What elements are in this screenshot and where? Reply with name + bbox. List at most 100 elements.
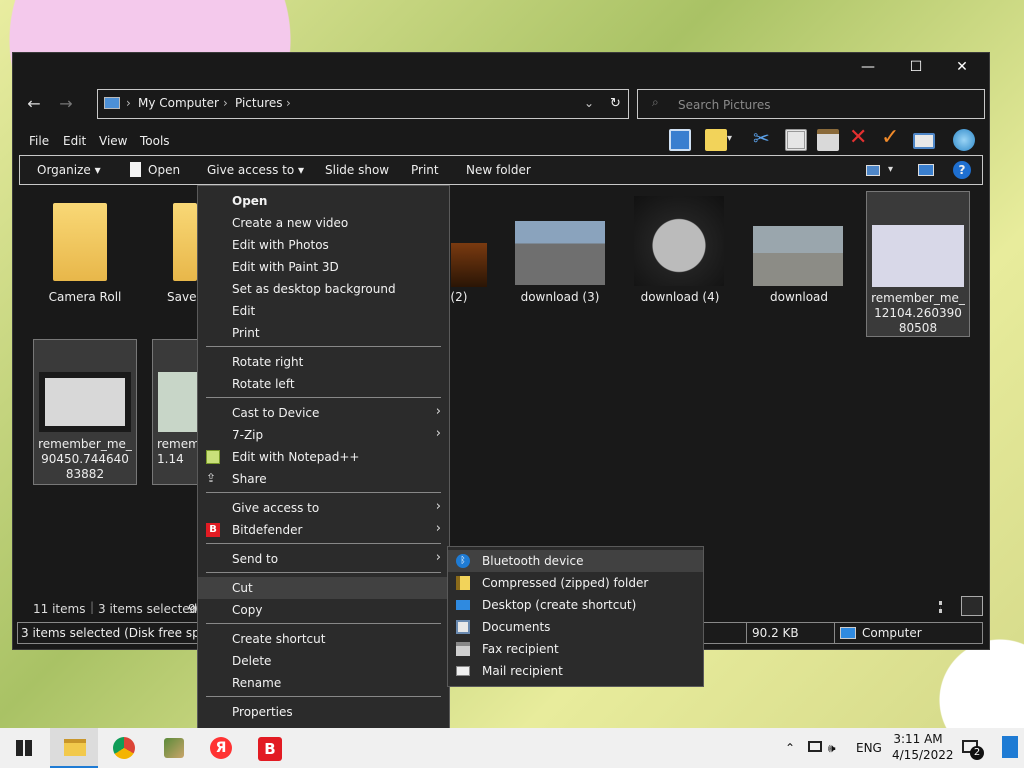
document-icon: [130, 162, 141, 177]
delete-x-icon[interactable]: ✕: [849, 125, 871, 150]
menu-item-open[interactable]: Open: [198, 190, 449, 212]
menu-item-bitdefender[interactable]: B Bitdefender ›: [198, 519, 449, 541]
send-to-mail[interactable]: Mail recipient: [448, 660, 703, 682]
details-view-icon[interactable]: [939, 601, 953, 613]
image-thumbnail[interactable]: [634, 196, 724, 286]
language-indicator[interactable]: ENG: [856, 728, 882, 768]
new-folder-button[interactable]: New folder: [466, 163, 531, 177]
give-access-button[interactable]: Give access to ▾: [207, 163, 304, 177]
menu-item-cast-to-device[interactable]: Cast to Device ›: [198, 402, 449, 424]
chevron-down-icon[interactable]: ▾: [888, 164, 893, 175]
chevron-down-icon[interactable]: ▾: [727, 133, 737, 155]
checkmark-icon[interactable]: ✓: [881, 125, 903, 150]
send-to-documents[interactable]: Documents: [448, 616, 703, 638]
menu-item-properties[interactable]: Properties: [198, 701, 449, 723]
preview-pane-icon[interactable]: [669, 129, 691, 151]
chevron-up-icon[interactable]: ⌃: [780, 728, 800, 768]
menu-item-7zip[interactable]: 7-Zip ›: [198, 424, 449, 446]
menu-item-send-to[interactable]: Send to ›: [198, 548, 449, 570]
file-remember-me-9[interactable]: remember_me_90450.74464083882: [33, 339, 137, 485]
print-button[interactable]: Print: [411, 163, 439, 177]
breadcrumb-my-computer[interactable]: My Computer: [138, 96, 219, 110]
image-thumbnail[interactable]: [451, 243, 487, 287]
send-to-bluetooth[interactable]: ᛒ Bluetooth device: [448, 550, 703, 572]
clock[interactable]: 3:11 AM 4/15/2022: [892, 728, 954, 768]
taskbar-bitdefender[interactable]: B: [246, 728, 294, 768]
notepadpp-icon: [206, 450, 220, 464]
forward-arrow-icon[interactable]: →: [55, 93, 77, 115]
rename-icon[interactable]: [913, 133, 935, 149]
menu-item-give-access[interactable]: Give access to ›: [198, 497, 449, 519]
menu-item-delete[interactable]: Delete: [198, 650, 449, 672]
image-thumbnail[interactable]: [753, 226, 843, 286]
copy-icon[interactable]: [785, 129, 807, 151]
menu-item-edit[interactable]: Edit: [198, 300, 449, 322]
selected-count: 3 items selected: [98, 602, 198, 616]
cut-icon[interactable]: ✂: [753, 126, 775, 150]
address-bar[interactable]: › My Computer › Pictures › ⌄ ↻: [97, 89, 629, 119]
maximize-button[interactable]: ☐: [893, 53, 939, 83]
menu-item-set-background[interactable]: Set as desktop background: [198, 278, 449, 300]
open-button[interactable]: Open: [148, 163, 180, 177]
back-arrow-icon[interactable]: ←: [23, 93, 45, 115]
start-button[interactable]: [0, 728, 48, 768]
preview-pane-icon[interactable]: [918, 164, 934, 176]
folder-icon[interactable]: [53, 203, 107, 281]
minimize-button[interactable]: —: [845, 53, 891, 83]
menu-item-edit-paint3d[interactable]: Edit with Paint 3D: [198, 256, 449, 278]
help-icon[interactable]: ?: [953, 161, 971, 179]
menu-item-rotate-right[interactable]: Rotate right: [198, 351, 449, 373]
menu-item-create-video[interactable]: Create a new video: [198, 212, 449, 234]
menu-item-rename[interactable]: Rename: [198, 672, 449, 694]
menu-item-print[interactable]: Print: [198, 322, 449, 344]
menu-view[interactable]: View: [99, 134, 127, 148]
menu-item-cut[interactable]: Cut: [198, 577, 449, 599]
notification-center-button[interactable]: 2: [958, 728, 986, 768]
menu-item-rotate-left[interactable]: Rotate left: [198, 373, 449, 395]
menu-item-copy[interactable]: Copy: [198, 599, 449, 621]
refresh-icon[interactable]: ↻: [610, 96, 621, 111]
show-desktop-button[interactable]: [1002, 736, 1018, 758]
folder-icon[interactable]: [173, 203, 197, 281]
chevron-down-icon[interactable]: ⌄: [584, 96, 594, 110]
file-remember-me-1[interactable]: remember_me_12104.26039080508: [866, 191, 970, 337]
view-options-icon[interactable]: [866, 165, 880, 176]
send-to-desktop[interactable]: Desktop (create shortcut): [448, 594, 703, 616]
organize-button[interactable]: Organize ▾: [37, 163, 101, 177]
file-download[interactable]: download: [747, 290, 851, 304]
globe-icon[interactable]: [953, 129, 975, 151]
breadcrumb-pictures[interactable]: Pictures: [235, 96, 283, 110]
image-thumbnail[interactable]: [515, 221, 605, 285]
taskbar-yandex[interactable]: Я: [198, 728, 246, 768]
selection-size: 90.2 KB: [752, 626, 799, 640]
file-download-4[interactable]: download (4): [628, 290, 732, 304]
menu-tools[interactable]: Tools: [140, 134, 170, 148]
folder-saved[interactable]: Saved: [153, 290, 204, 304]
file-remember-me-partial[interactable]: remem 9921.14: [152, 339, 198, 485]
taskbar-file-explorer[interactable]: [50, 728, 98, 768]
menu-edit[interactable]: Edit: [63, 134, 86, 148]
folder-camera-roll[interactable]: Camera Roll: [33, 290, 137, 304]
menu-separator: [206, 346, 441, 347]
menu-item-create-shortcut[interactable]: Create shortcut: [198, 628, 449, 650]
menu-item-notepadpp[interactable]: Edit with Notepad++: [198, 446, 449, 468]
large-icons-view-icon[interactable]: [961, 596, 983, 616]
network-icon[interactable]: [806, 728, 824, 768]
send-to-zip[interactable]: Compressed (zipped) folder: [448, 572, 703, 594]
file-download-3[interactable]: download (3): [508, 290, 612, 304]
search-input[interactable]: ⌕ Search Pictures: [637, 89, 985, 119]
taskbar-pen-app[interactable]: [150, 728, 198, 768]
paste-icon[interactable]: [817, 129, 839, 151]
menu-file[interactable]: File: [29, 134, 49, 148]
close-button[interactable]: ✕: [939, 53, 985, 83]
volume-icon[interactable]: 🕪: [828, 728, 848, 768]
menu-item-edit-photos[interactable]: Edit with Photos: [198, 234, 449, 256]
title-bar[interactable]: — ☐ ✕: [13, 53, 989, 83]
context-menu: Open Create a new video Edit with Photos…: [197, 185, 450, 729]
properties-icon[interactable]: [705, 129, 727, 151]
send-to-fax[interactable]: Fax recipient: [448, 638, 703, 660]
slide-show-button[interactable]: Slide show: [325, 163, 389, 177]
desktop-icon: [456, 600, 470, 610]
taskbar-chrome[interactable]: [100, 728, 148, 768]
menu-item-share[interactable]: ⇪ Share: [198, 468, 449, 490]
